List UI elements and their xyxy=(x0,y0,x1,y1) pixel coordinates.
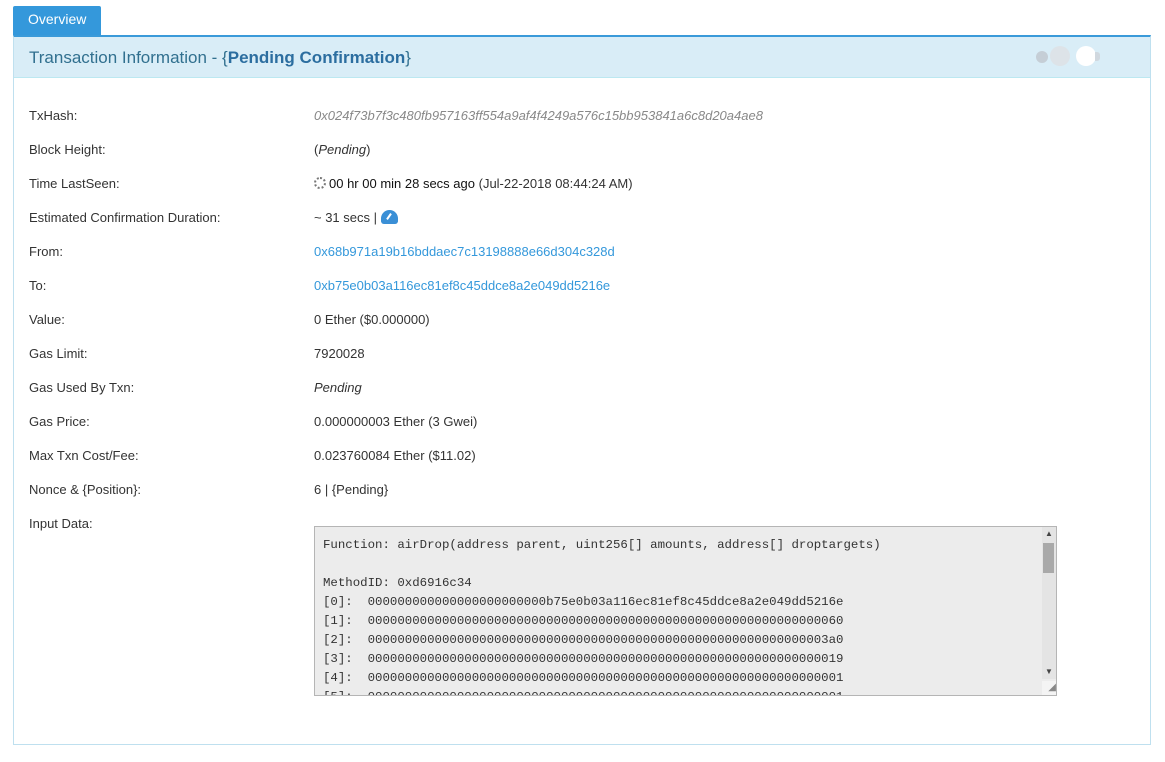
row-value: Value: 0 Ether ($0.000000) xyxy=(29,310,1129,330)
input-data-textarea[interactable]: Function: airDrop(address parent, uint25… xyxy=(314,526,1057,696)
max-fee-value: 0.023760084 Ether ($11.02) xyxy=(314,448,476,463)
row-block-height: Block Height: (Pending) xyxy=(29,140,1129,160)
title-prefix: Transaction Information - { xyxy=(29,48,228,67)
gas-price-value: 0.000000003 Ether (3 Gwei) xyxy=(314,414,478,429)
gas-used-label: Gas Used By Txn: xyxy=(29,380,135,395)
panel-header: Transaction Information - {Pending Confi… xyxy=(14,37,1150,78)
from-label: From: xyxy=(29,244,63,259)
value-label: Value: xyxy=(29,312,65,327)
gas-limit-value: 7920028 xyxy=(314,346,365,361)
max-fee-label: Max Txn Cost/Fee: xyxy=(29,448,139,463)
title-suffix: } xyxy=(405,48,411,67)
toggle-nub-icon xyxy=(1095,52,1100,61)
time-lastseen-label: Time LastSeen: xyxy=(29,176,120,191)
toggle-dot-icon xyxy=(1036,51,1048,63)
to-address-link[interactable]: 0xb75e0b03a116ec81ef8c45ddce8a2e049dd521… xyxy=(314,276,610,296)
row-txhash: TxHash: 0x024f73b7f3c480fb957163ff554a9a… xyxy=(29,106,1129,126)
to-label: To: xyxy=(29,278,47,293)
est-confirmation-value-wrap: ~ 31 secs | xyxy=(314,208,398,228)
time-lastseen-detail: (Jul-22-2018 08:44:24 AM) xyxy=(478,176,633,191)
header-toggle-controls[interactable] xyxy=(1036,45,1106,67)
toggle-knob-active-icon xyxy=(1076,46,1096,66)
est-confirmation-value: ~ 31 secs | xyxy=(314,210,377,225)
input-data-text[interactable]: Function: airDrop(address parent, uint25… xyxy=(323,536,881,695)
resize-handle-icon[interactable]: ◢ xyxy=(1042,681,1056,695)
row-to: To: 0xb75e0b03a116ec81ef8c45ddce8a2e049d… xyxy=(29,276,1129,296)
block-height-value-wrap: (Pending) xyxy=(314,140,370,160)
scroll-down-icon[interactable]: ▼ xyxy=(1042,665,1056,679)
title-status: Pending Confirmation xyxy=(227,48,406,67)
input-data-label: Input Data: xyxy=(29,516,93,531)
value-value: 0 Ether ($0.000000) xyxy=(314,312,430,327)
row-gas-limit: Gas Limit: 7920028 xyxy=(29,344,1129,364)
time-lastseen-value-wrap: 00 hr 00 min 28 secs ago (Jul-22-2018 08… xyxy=(314,174,633,194)
from-address-link[interactable]: 0x68b971a19b16bddaec7c13198888e66d304c32… xyxy=(314,242,615,262)
gauge-icon[interactable] xyxy=(380,210,398,224)
time-lastseen-value: 00 hr 00 min 28 secs ago xyxy=(329,176,475,191)
row-gas-price: Gas Price: 0.000000003 Ether (3 Gwei) xyxy=(29,412,1129,432)
row-from: From: 0x68b971a19b16bddaec7c13198888e66d… xyxy=(29,242,1129,262)
input-data-scrollbar[interactable]: ▲ ▼ xyxy=(1042,527,1056,679)
toggle-knob-icon xyxy=(1050,46,1070,66)
tab-bar: Overview xyxy=(13,6,102,36)
tab-overview[interactable]: Overview xyxy=(13,6,102,35)
block-height-value: Pending xyxy=(318,142,367,157)
scroll-up-icon[interactable]: ▲ xyxy=(1042,527,1056,541)
row-nonce: Nonce & {Position}: 6 | {Pending} xyxy=(29,480,1129,500)
est-confirmation-label: Estimated Confirmation Duration: xyxy=(29,210,221,225)
scroll-thumb[interactable] xyxy=(1043,543,1054,573)
spinner-icon xyxy=(314,177,326,189)
row-est-confirmation: Estimated Confirmation Duration: ~ 31 se… xyxy=(29,208,1129,228)
row-time-lastseen: Time LastSeen: 00 hr 00 min 28 secs ago … xyxy=(29,174,1129,194)
gas-used-value: Pending xyxy=(314,380,362,395)
page-title: Transaction Information - {Pending Confi… xyxy=(29,48,411,68)
row-max-fee: Max Txn Cost/Fee: 0.023760084 Ether ($11… xyxy=(29,446,1129,466)
txhash-value: 0x024f73b7f3c480fb957163ff554a9af4f4249a… xyxy=(314,108,763,123)
txhash-label: TxHash: xyxy=(29,108,78,123)
nonce-value: 6 | {Pending} xyxy=(314,482,389,497)
paren-close: ) xyxy=(366,142,371,157)
row-gas-used: Gas Used By Txn: Pending xyxy=(29,378,1129,398)
gas-limit-label: Gas Limit: xyxy=(29,346,88,361)
transaction-panel: Transaction Information - {Pending Confi… xyxy=(13,35,1151,745)
gas-price-label: Gas Price: xyxy=(29,414,90,429)
nonce-label: Nonce & {Position}: xyxy=(29,482,142,497)
block-height-label: Block Height: xyxy=(29,142,106,157)
